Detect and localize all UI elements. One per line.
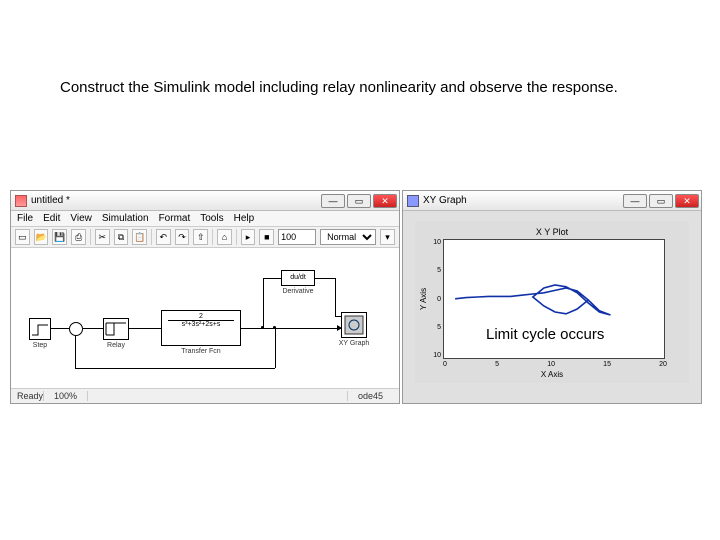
menu-view[interactable]: View xyxy=(70,213,92,224)
xy-maximize-button[interactable]: ▭ xyxy=(649,194,673,208)
menu-help[interactable]: Help xyxy=(234,213,255,224)
xygraph-window: XY Graph — ▭ ✕ X Y Plot Y Axis 10 5 0 5 … xyxy=(402,190,702,404)
browser-icon[interactable]: ⌂ xyxy=(217,229,232,245)
x-ticks: 0 5 10 15 20 xyxy=(443,361,667,368)
simulink-titlebar[interactable]: untitled * — ▭ ✕ xyxy=(11,191,399,211)
instruction-text: Construct the Simulink model including r… xyxy=(60,78,640,98)
wire xyxy=(315,278,335,279)
menu-file[interactable]: File xyxy=(17,213,33,224)
close-button[interactable]: ✕ xyxy=(373,194,397,208)
dropdown-icon[interactable]: ▾ xyxy=(380,229,395,245)
menu-tools[interactable]: Tools xyxy=(200,213,223,224)
copy-icon[interactable]: ⧉ xyxy=(114,229,129,245)
simulink-title: untitled * xyxy=(31,195,70,206)
cut-icon[interactable]: ✂ xyxy=(95,229,110,245)
menu-simulation[interactable]: Simulation xyxy=(102,213,149,224)
status-zoom: 100% xyxy=(43,391,87,401)
play-icon[interactable]: ▸ xyxy=(241,229,256,245)
wire xyxy=(51,328,69,329)
simulink-window: untitled * — ▭ ✕ File Edit View Simulati… xyxy=(10,190,400,404)
wire xyxy=(241,328,341,329)
xygraph-block[interactable] xyxy=(341,312,367,338)
open-icon[interactable]: 📂 xyxy=(34,229,49,245)
stop-icon[interactable]: ■ xyxy=(259,229,274,245)
simulink-app-icon xyxy=(15,195,27,207)
derivative-label: Derivative xyxy=(277,288,319,295)
transfer-fcn-block[interactable]: 2 s³+3s²+2s+s xyxy=(161,310,241,346)
wire xyxy=(263,278,281,279)
relay-block[interactable] xyxy=(103,318,129,340)
maximize-button[interactable]: ▭ xyxy=(347,194,371,208)
paste-icon[interactable]: 📋 xyxy=(132,229,147,245)
xy-minimize-button[interactable]: — xyxy=(623,194,647,208)
wire xyxy=(335,316,341,317)
y-axis-label: Y Axis xyxy=(419,239,429,359)
statusbar: Ready 100% ode45 xyxy=(11,388,399,403)
x-axis-label: X Axis xyxy=(419,370,685,379)
model-canvas[interactable]: Step Relay 2 s³+3s²+2s+s Transfer Fcn du… xyxy=(11,248,399,388)
sum-block[interactable] xyxy=(69,322,83,336)
xygraph-app-icon xyxy=(407,195,419,207)
y-ticks: 10 5 0 5 10 xyxy=(429,239,443,359)
wire xyxy=(75,368,275,369)
menu-edit[interactable]: Edit xyxy=(43,213,60,224)
wire xyxy=(335,278,336,316)
wire xyxy=(83,328,103,329)
xygraph-label: XY Graph xyxy=(331,340,377,347)
step-block[interactable] xyxy=(29,318,51,340)
plot-title: X Y Plot xyxy=(419,227,685,237)
save-icon[interactable]: 💾 xyxy=(52,229,67,245)
stop-time-input[interactable] xyxy=(278,229,316,245)
undo-icon[interactable]: ↶ xyxy=(156,229,171,245)
transfer-fcn-label: Transfer Fcn xyxy=(169,348,233,355)
up-icon[interactable]: ⇧ xyxy=(193,229,208,245)
wire xyxy=(263,278,264,328)
mode-select[interactable]: Normal xyxy=(320,229,376,245)
wire xyxy=(129,328,161,329)
derivative-block[interactable]: du/dt xyxy=(281,270,315,286)
new-icon[interactable]: ▭ xyxy=(15,229,30,245)
toolbar: ▭ 📂 💾 ⎙ ✂ ⧉ 📋 ↶ ↷ ⇧ ⌂ ▸ ■ Normal ▾ xyxy=(11,227,399,248)
wire xyxy=(275,328,276,368)
wire xyxy=(75,336,76,368)
menu-format[interactable]: Format xyxy=(159,213,191,224)
xy-close-button[interactable]: ✕ xyxy=(675,194,699,208)
status-solver: ode45 xyxy=(347,391,393,401)
relay-label: Relay xyxy=(101,342,131,349)
arrow-icon xyxy=(337,325,342,331)
minimize-button[interactable]: — xyxy=(321,194,345,208)
limit-cycle-annotation: Limit cycle occurs xyxy=(486,326,604,343)
status-ready: Ready xyxy=(17,391,43,401)
step-label: Step xyxy=(25,342,55,349)
print-icon[interactable]: ⎙ xyxy=(71,229,86,245)
xygraph-titlebar[interactable]: XY Graph — ▭ ✕ xyxy=(403,191,701,211)
xygraph-title: XY Graph xyxy=(423,195,467,206)
redo-icon[interactable]: ↷ xyxy=(175,229,190,245)
plot-box: Limit cycle occurs xyxy=(443,239,665,359)
menubar: File Edit View Simulation Format Tools H… xyxy=(11,211,399,227)
plot-area: X Y Plot Y Axis 10 5 0 5 10 Limit cycle … xyxy=(415,221,689,383)
